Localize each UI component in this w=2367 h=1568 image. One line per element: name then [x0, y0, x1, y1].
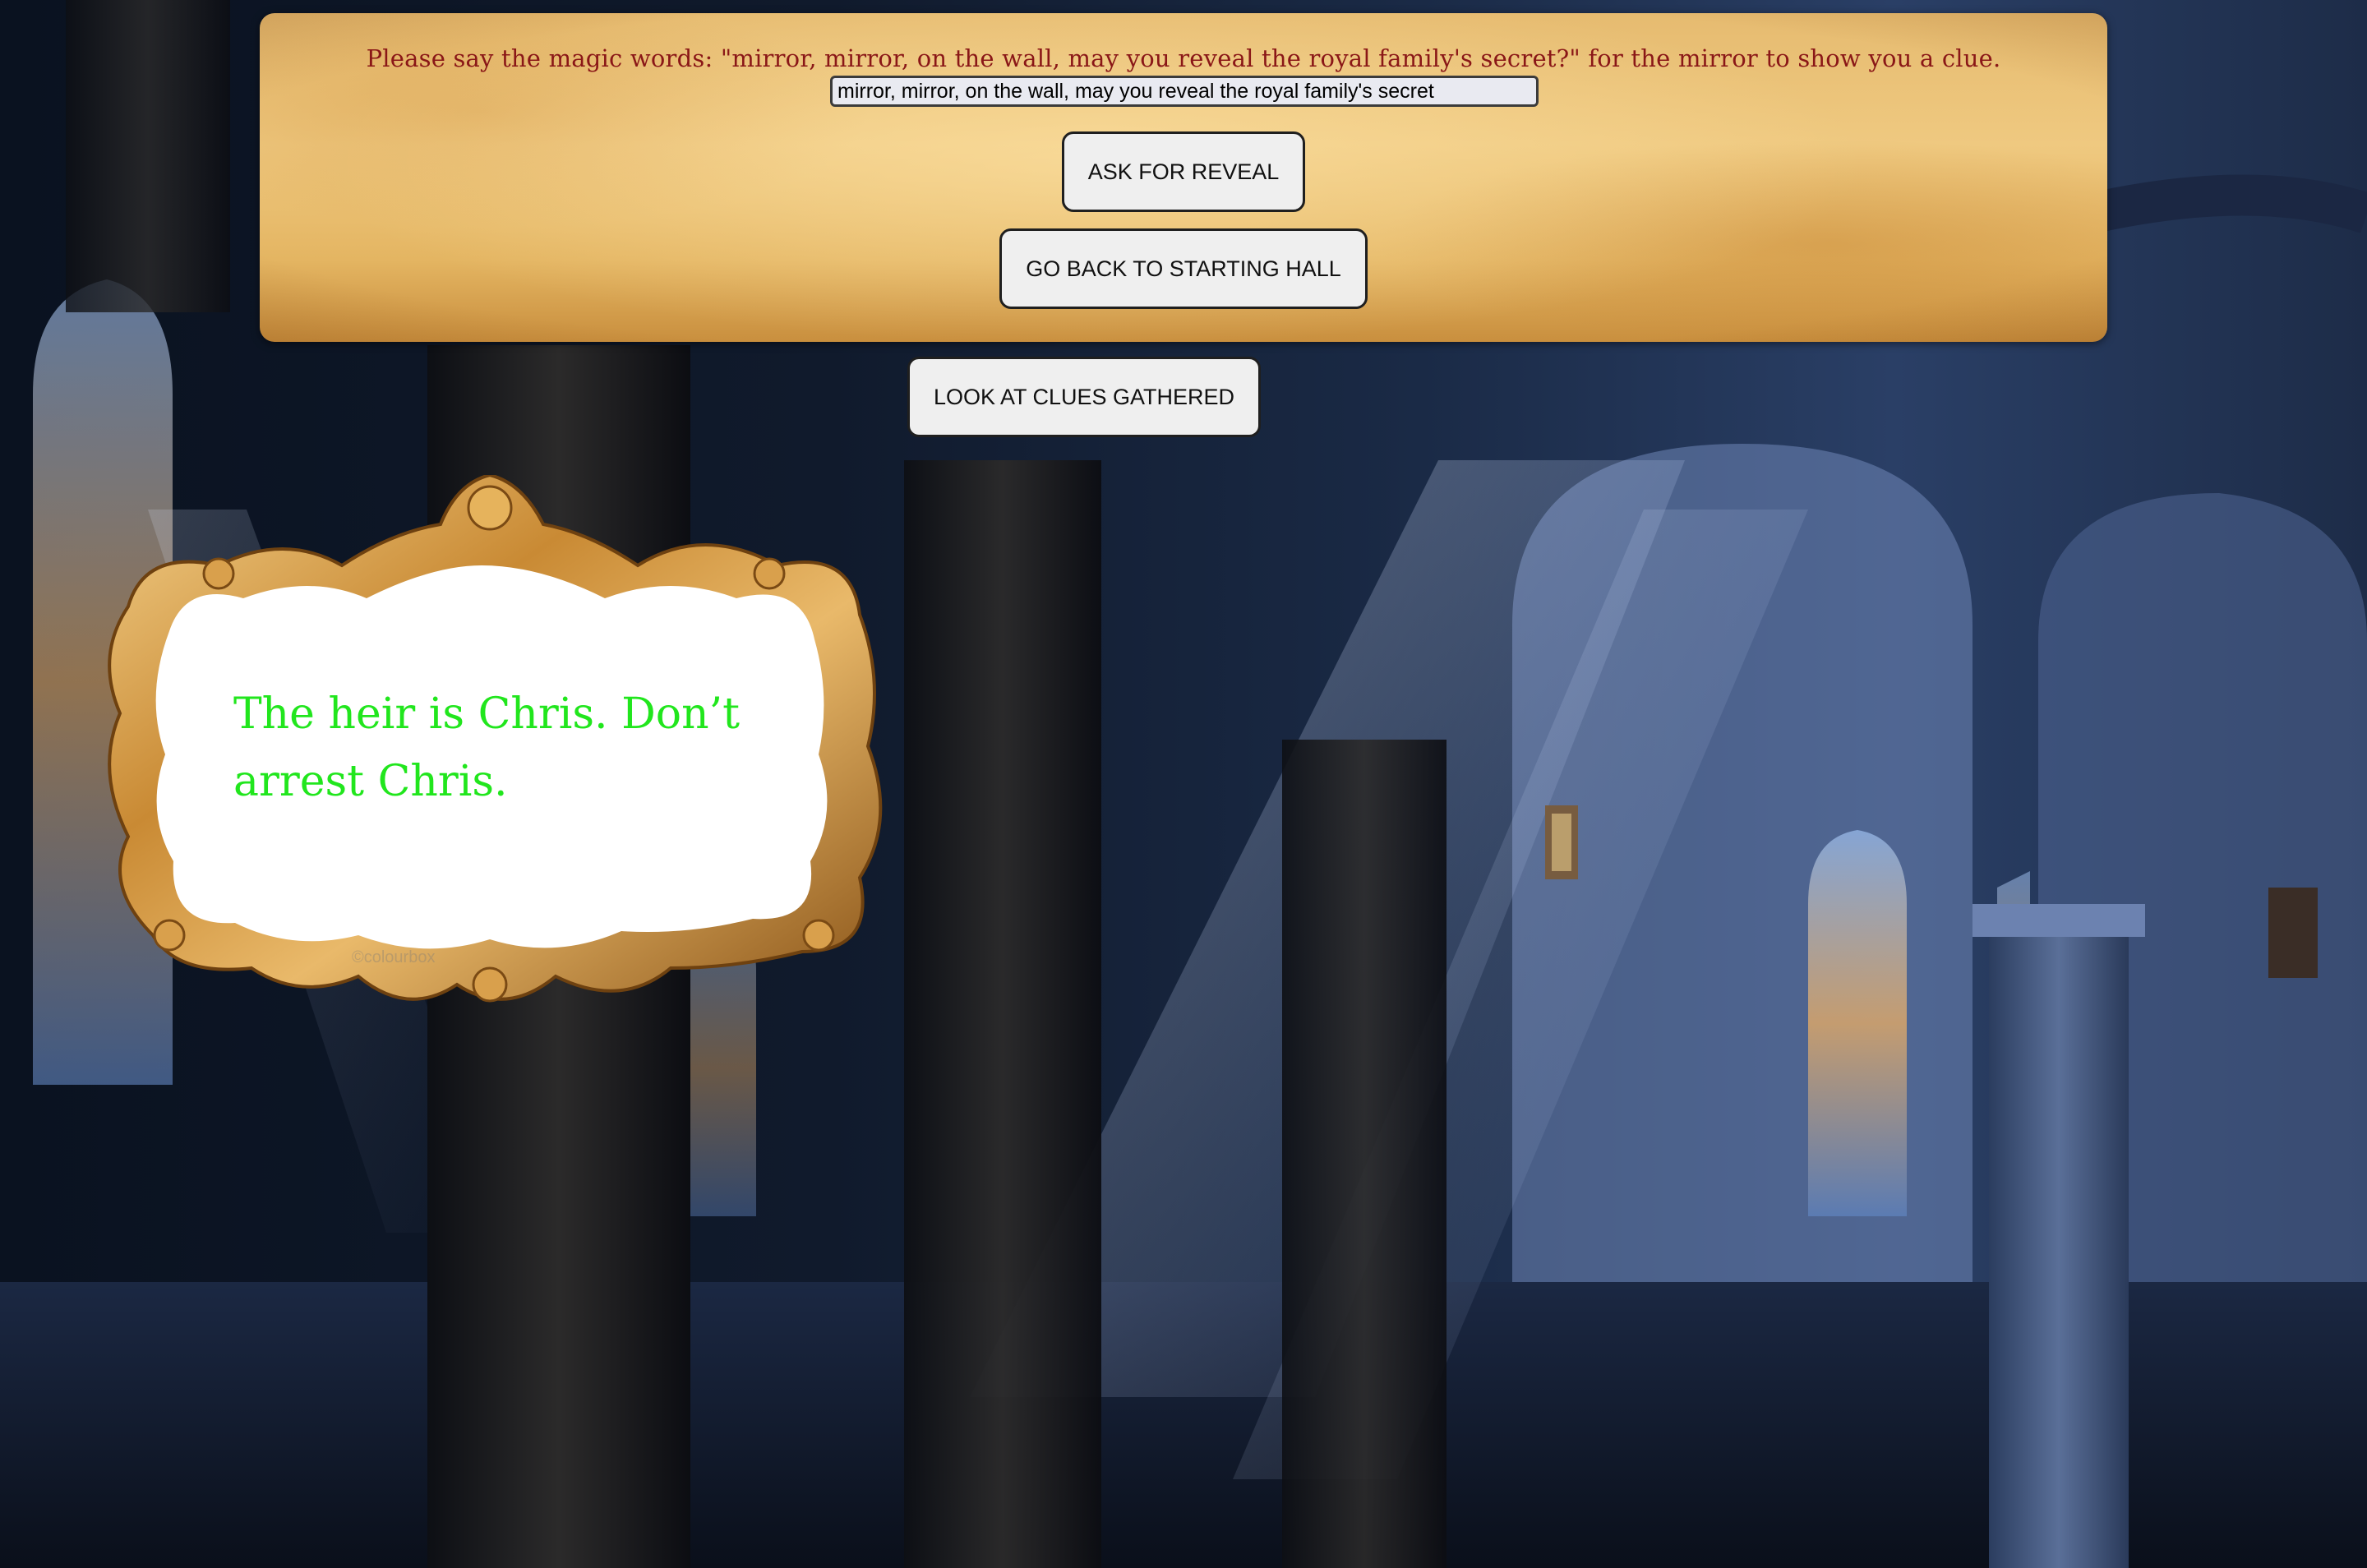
- magic-words-instruction: Please say the magic words: "mirror, mir…: [366, 44, 2001, 72]
- parchment-panel: Please say the magic words: "mirror, mir…: [260, 13, 2107, 342]
- ask-for-reveal-button[interactable]: ASK FOR REVEAL: [1062, 131, 1305, 212]
- mirror-clue-text: The heir is Chris. Don’t arrest Chris.: [233, 689, 741, 806]
- magic-words-input[interactable]: [830, 76, 1539, 107]
- magic-mirror: The heir is Chris. Don’t arrest Chris. ©…: [95, 475, 893, 1017]
- watermark: ©colourbox: [352, 948, 436, 966]
- go-back-to-starting-hall-button[interactable]: GO BACK TO STARTING HALL: [999, 228, 1368, 309]
- look-at-clues-gathered-button[interactable]: LOOK AT CLUES GATHERED: [907, 357, 1261, 437]
